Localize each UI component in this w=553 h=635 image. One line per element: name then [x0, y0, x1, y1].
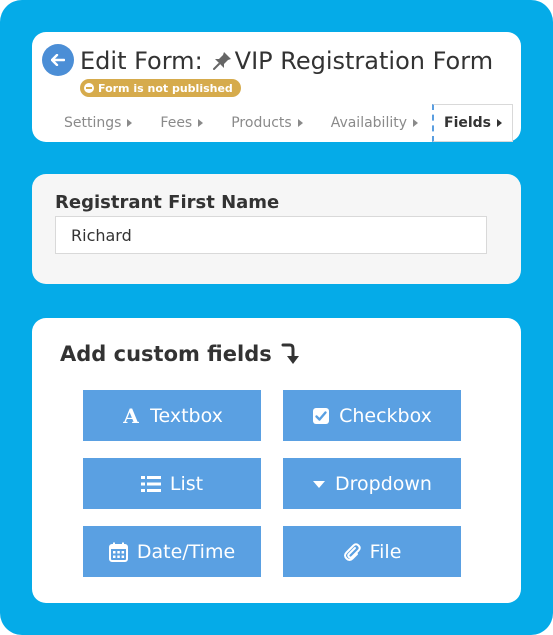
caret-down-icon [313, 480, 325, 488]
caret-right-icon [297, 119, 303, 127]
tab-label: Availability [330, 115, 407, 131]
datetime-button[interactable]: Date/Time [83, 526, 261, 577]
title-prefix: Edit Form: [80, 47, 203, 75]
font-icon: A [122, 406, 139, 426]
list-button[interactable]: List [83, 458, 261, 509]
form-tabs: Settings Fees Products Availability Fiel… [50, 104, 514, 142]
form-name-text: VIP Registration Form [234, 47, 494, 75]
tab-label: Settings [64, 115, 122, 131]
arrow-left-icon [51, 54, 65, 66]
list-label: List [169, 472, 204, 495]
tab-fees[interactable]: Fees [146, 105, 217, 141]
caret-right-icon [198, 119, 204, 127]
paperclip-icon [343, 542, 361, 561]
tab-fields[interactable]: Fields [432, 104, 514, 142]
caret-right-icon [127, 119, 133, 127]
tab-label: Products [231, 115, 292, 131]
dropdown-button[interactable]: Dropdown [283, 458, 461, 509]
list-icon [140, 475, 161, 492]
first-name-label: Registrant First Name [55, 192, 280, 213]
svg-text:A: A [122, 406, 139, 426]
custom-fields-title-text: Add custom fields [60, 342, 272, 366]
calendar-icon [108, 542, 128, 562]
tab-label: Fees [160, 115, 193, 131]
app-frame: Edit Form: VIP Registration Form Form is… [0, 0, 553, 635]
pushpin-icon [212, 52, 231, 70]
back-button[interactable] [42, 44, 74, 76]
first-name-input[interactable] [55, 216, 487, 254]
dropdown-label: Dropdown [335, 472, 432, 495]
form-header-card: Edit Form: VIP Registration Form Form is… [32, 32, 521, 142]
textbox-button[interactable]: A Textbox [83, 390, 261, 441]
field-card: Registrant First Name [32, 174, 521, 284]
minus-circle-icon [84, 83, 94, 93]
checkbox-label: Checkbox [339, 404, 432, 427]
custom-fields-title: Add custom fields [60, 338, 302, 370]
status-badge: Form is not published [80, 79, 241, 97]
checkbox-button[interactable]: Checkbox [283, 390, 461, 441]
caret-right-icon [413, 119, 418, 127]
textbox-label: Textbox [150, 404, 223, 427]
tab-availability[interactable]: Availability [317, 105, 432, 141]
tab-settings[interactable]: Settings [50, 105, 146, 141]
caret-right-icon [497, 119, 503, 127]
custom-fields-card: Add custom fields A Textbox Checkbox Lis… [32, 318, 521, 603]
tab-label: Fields [444, 115, 492, 131]
file-button[interactable]: File [283, 526, 461, 577]
file-label: File [369, 540, 402, 563]
datetime-label: Date/Time [136, 540, 236, 563]
checkbox-icon [313, 407, 330, 424]
tab-products[interactable]: Products [217, 105, 316, 141]
form-name: VIP Registration Form [211, 47, 493, 75]
curved-arrow-down-icon [281, 343, 299, 364]
status-text: Form is not published [98, 81, 233, 95]
page-title: Edit Form: VIP Registration Form [80, 44, 493, 78]
